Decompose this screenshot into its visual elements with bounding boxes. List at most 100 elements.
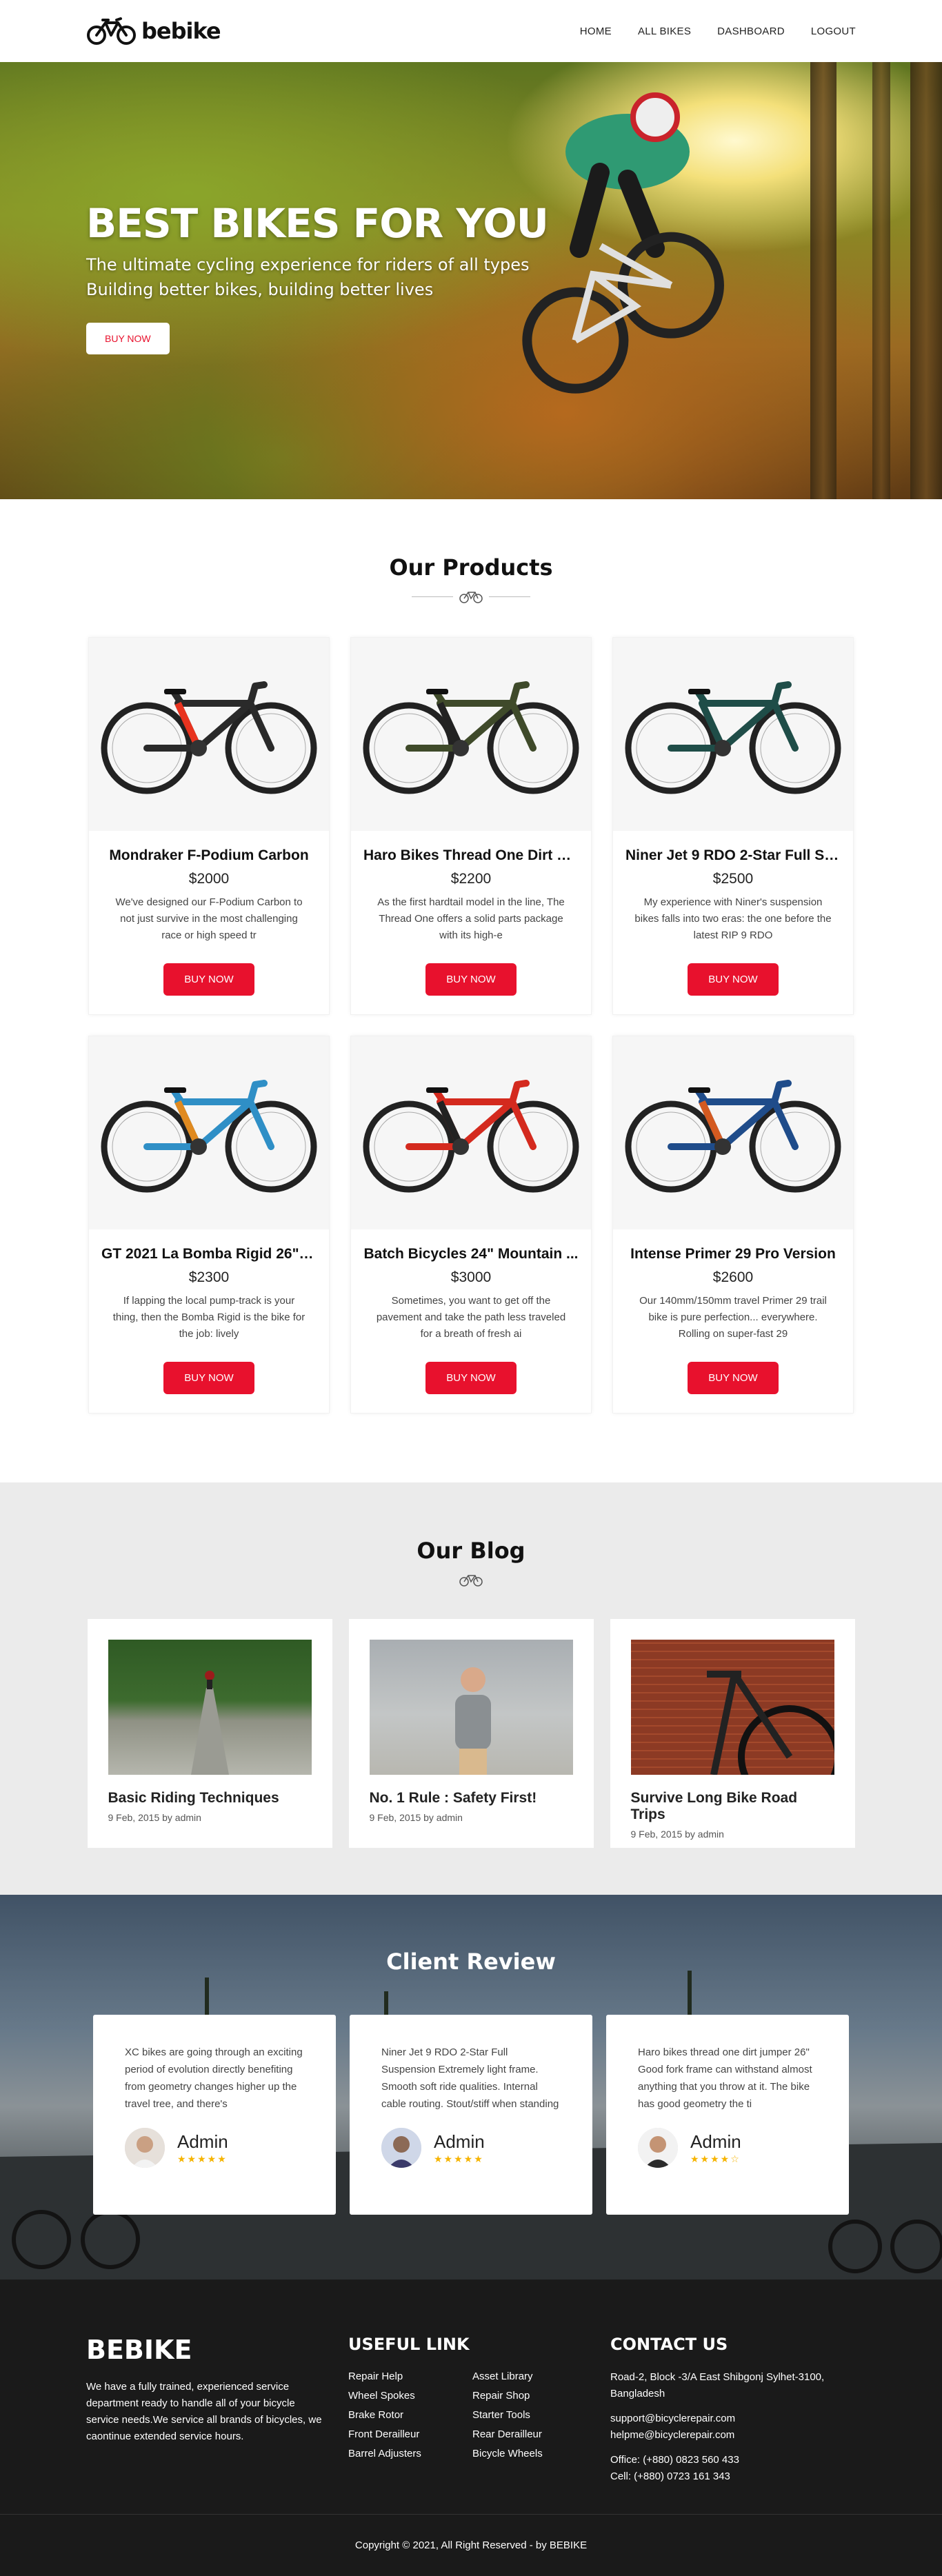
blog-divider [86, 1572, 856, 1587]
blog-post-image[interactable] [108, 1640, 312, 1775]
product-grid: Mondraker F-Podium Carbon $2000 We've desi… [86, 637, 856, 1413]
bike-divider-icon [459, 1575, 483, 1587]
product-image[interactable] [89, 638, 329, 831]
product-price: $2200 [450, 871, 492, 887]
blog-post[interactable]: Basic Riding Techniques 9 Feb, 2015 by a… [87, 1619, 332, 1848]
contact-email[interactable]: helpme@bicyclerepair.com [610, 2427, 856, 2444]
product-image[interactable] [613, 1036, 853, 1229]
product-name: Niner Jet 9 RDO 2-Star Full Su... [625, 847, 845, 863]
footer-link[interactable]: Bicycle Wheels [472, 2448, 597, 2459]
review-title: Client Review [386, 1949, 556, 1975]
product-price: $2300 [188, 1269, 230, 1285]
nav-dashboard[interactable]: DASHBOARD [717, 26, 785, 37]
blog-post[interactable]: No. 1 Rule : Safety First! 9 Feb, 2015 b… [348, 1619, 594, 1848]
blog-post-meta: 9 Feb, 2015 by admin [108, 1812, 201, 1823]
reviewer-name: Admin [177, 2131, 228, 2152]
product-image[interactable] [351, 1036, 591, 1229]
buy-now-button[interactable]: BUY NOW [425, 1362, 517, 1394]
avatar [381, 2128, 421, 2168]
buy-now-button[interactable]: BUY NOW [163, 1362, 254, 1394]
brand-name: bebike [141, 18, 221, 44]
product-name: Mondraker F-Podium Carbon [109, 847, 309, 863]
product-card: Batch Bicycles 24" Mountain ... $3000 Some… [350, 1036, 592, 1413]
avatar [125, 2128, 165, 2168]
avatar [638, 2128, 678, 2168]
product-description: We've designed our F-Podium Carbon to no… [115, 896, 303, 941]
footer-about: BEBIKE We have a fully trained, experien… [86, 2335, 348, 2485]
contact-address: Road-2, Block -3/A East Shibgonj Sylhet-… [610, 2371, 825, 2399]
buy-now-button[interactable]: BUY NOW [163, 963, 254, 996]
hero-buy-now-button[interactable]: BUY NOW [86, 323, 170, 354]
blog-post-image[interactable] [369, 1640, 573, 1775]
contact-heading: CONTACT US [610, 2335, 728, 2354]
blog-post-meta: 9 Feb, 2015 by admin [369, 1812, 463, 1823]
footer-link[interactable]: Starter Tools [472, 2409, 597, 2421]
top-nav: bebike HOME ALL BIKES DASHBOARD LOGOUT [0, 0, 942, 62]
nav-all-bikes[interactable]: ALL BIKES [638, 26, 691, 37]
product-card: Mondraker F-Podium Carbon $2000 We've desi… [88, 637, 330, 1015]
buy-now-button[interactable]: BUY NOW [688, 1362, 779, 1394]
review-grid: XC bikes are going through an exciting p… [0, 2015, 942, 2215]
product-name: Batch Bicycles 24" Mountain ... [363, 1246, 579, 1262]
contact-office-phone: Office: (+880) 0823 560 433 [610, 2454, 739, 2466]
site-footer: BEBIKE We have a fully trained, experien… [0, 2280, 942, 2576]
footer-about-text: We have a fully trained, experienced ser… [86, 2381, 322, 2442]
review-text: Niner Jet 9 RDO 2-Star Full Suspension E… [381, 2046, 559, 2110]
blog-post-meta: 9 Feb, 2015 by admin [630, 1829, 724, 1840]
product-price: $2000 [188, 871, 230, 887]
product-name: Intense Primer 29 Pro Version [630, 1246, 836, 1262]
hero-subtitle-1: The ultimate cycling experience for ride… [86, 255, 530, 274]
rating-stars: ★★★★★ [434, 2153, 484, 2165]
footer-link[interactable]: Repair Shop [472, 2390, 597, 2402]
review-card: Haro bikes thread one dirt jumper 26" Go… [606, 2015, 849, 2215]
footer-link[interactable]: Brake Rotor [348, 2409, 472, 2421]
reviewer-name: Admin [690, 2131, 741, 2152]
nav-logout[interactable]: LOGOUT [811, 26, 856, 37]
blog-post-title[interactable]: No. 1 Rule : Safety First! [370, 1790, 573, 1807]
footer-link[interactable]: Front Derailleur [348, 2428, 472, 2440]
product-image[interactable] [89, 1036, 329, 1229]
blog-grid: Basic Riding Techniques 9 Feb, 2015 by a… [86, 1619, 856, 1848]
footer-link[interactable]: Repair Help [348, 2371, 472, 2382]
review-text: Haro bikes thread one dirt jumper 26" Go… [638, 2046, 812, 2110]
products-title: Our Products [389, 554, 553, 581]
product-name: GT 2021 La Bomba Rigid 26" D... [101, 1246, 326, 1262]
blog-title: Our Blog [417, 1538, 525, 1564]
blog-section: Our Blog Basic Riding Techniques 9 Feb, … [0, 1482, 942, 1895]
nav-menu: HOME ALL BIKES DASHBOARD LOGOUT [580, 26, 856, 37]
blog-post-image[interactable] [630, 1640, 834, 1775]
products-section: Our Products Mondraker F-Podium Carbon $2… [0, 499, 942, 1482]
contact-email[interactable]: support@bicyclerepair.com [610, 2411, 856, 2427]
product-image[interactable] [613, 638, 853, 831]
footer-link[interactable]: Barrel Adjusters [348, 2448, 472, 2459]
footer-link[interactable]: Asset Library [472, 2371, 597, 2382]
review-card: Niner Jet 9 RDO 2-Star Full Suspension E… [350, 2015, 592, 2215]
rating-stars: ★★★★★ [177, 2153, 228, 2165]
hero-banner: BEST BIKES FOR YOU The ultimate cycling … [0, 62, 942, 499]
buy-now-button[interactable]: BUY NOW [425, 963, 517, 996]
product-description: If lapping the local pump-track is your … [112, 1295, 305, 1340]
hero-content: BEST BIKES FOR YOU The ultimate cycling … [86, 200, 549, 354]
footer-useful-links: USEFUL LINK Repair Help Asset Library Wh… [348, 2335, 610, 2485]
footer-link[interactable]: Wheel Spokes [348, 2390, 472, 2402]
footer-link[interactable]: Rear Derailleur [472, 2428, 597, 2440]
product-description: My experience with Niner's suspension bi… [634, 896, 832, 941]
blog-post-title[interactable]: Basic Riding Techniques [108, 1790, 312, 1807]
product-description: As the first hardtail model in the line,… [377, 896, 565, 941]
product-card: Niner Jet 9 RDO 2-Star Full Su... $2500 My… [612, 637, 854, 1015]
footer-contact: CONTACT US Road-2, Block -3/A East Shibg… [610, 2335, 856, 2485]
product-price: $3000 [450, 1269, 492, 1285]
brand-logo[interactable]: bebike [86, 16, 221, 46]
product-description: Our 140mm/150mm travel Primer 29 trail b… [639, 1295, 827, 1340]
blog-post-title[interactable]: Survive Long Bike Road Trips [631, 1790, 834, 1823]
hero-subtitle-2: Building better bikes, building better l… [86, 280, 434, 299]
review-card: XC bikes are going through an exciting p… [93, 2015, 336, 2215]
blog-post[interactable]: Survive Long Bike Road Trips 9 Feb, 2015… [610, 1619, 855, 1848]
nav-home[interactable]: HOME [580, 26, 612, 37]
buy-now-button[interactable]: BUY NOW [688, 963, 779, 996]
product-description: Sometimes, you want to get off the pavem… [376, 1295, 566, 1340]
product-image[interactable] [351, 638, 591, 831]
product-name: Haro Bikes Thread One Dirt Ju... [363, 847, 586, 863]
client-review-section: Client Review XC bikes are going through… [0, 1895, 942, 2280]
bike-divider-icon [459, 592, 483, 603]
